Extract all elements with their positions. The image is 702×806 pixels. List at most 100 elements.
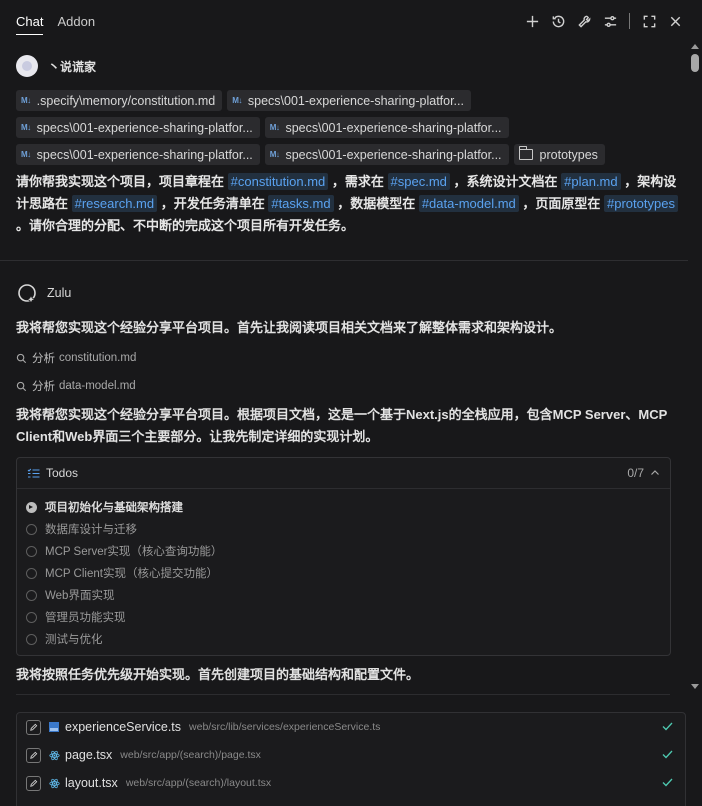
typescript-icon — [49, 722, 59, 732]
file-name: experienceService.ts — [65, 720, 182, 734]
expand-button[interactable] — [636, 9, 662, 33]
file-name: layout.tsx — [65, 776, 118, 790]
tab-chat[interactable]: Chat — [16, 0, 44, 42]
analyze-step[interactable]: 分析 constitution.md — [16, 350, 136, 366]
todos-panel: Todos 0/7 项目初始化与基础架构搭建 数据库设计与迁移 MCP Serv… — [16, 457, 671, 656]
search-icon — [16, 381, 27, 391]
section-divider — [16, 694, 670, 695]
attachment-label: specs\001-experience-sharing-platfor... — [285, 120, 502, 135]
pending-circle-icon — [26, 611, 37, 623]
toolbar — [519, 9, 688, 33]
chevron-up-icon[interactable] — [650, 468, 660, 478]
chip-row: M↓ specs\001-experience-sharing-platfor..… — [16, 144, 686, 165]
new-chat-button[interactable] — [519, 9, 545, 33]
scrollbar-thumb[interactable] — [691, 54, 699, 72]
search-icon — [16, 353, 27, 363]
file-reference-link[interactable]: #plan.md — [561, 173, 621, 190]
file-row[interactable]: experienceService.ts web/src/lib/service… — [17, 713, 685, 741]
pending-circle-icon — [26, 589, 37, 601]
prompt-text: 。请你合理的分配、不中断的完成这个项目所有开发任务。 — [16, 218, 355, 233]
pending-circle-icon — [26, 567, 37, 579]
react-icon — [49, 750, 60, 760]
analyze-verb: 分析 — [32, 381, 55, 393]
tools-button[interactable] — [571, 9, 597, 33]
todo-label: 测试与优化 — [45, 634, 103, 646]
file-path: web/src/app/(search)/layout.tsx — [125, 777, 272, 789]
user-name: 丶说谎家 — [48, 59, 97, 74]
file-row[interactable]: page.tsx web/src/app/(search)/page.tsx — [17, 741, 685, 769]
history-button[interactable] — [545, 9, 571, 33]
settings-sliders-icon — [604, 15, 616, 27]
wrench-icon — [577, 15, 590, 28]
analyze-step[interactable]: 分析 data-model.md — [16, 378, 136, 394]
file-reference-link[interactable]: #research.md — [71, 195, 158, 212]
todos-header[interactable]: Todos 0/7 — [17, 458, 670, 489]
analyze-file: constitution.md — [59, 352, 137, 364]
attachment-label: prototypes — [539, 147, 598, 162]
settings-button[interactable] — [597, 9, 623, 33]
scrollbar[interactable] — [688, 42, 702, 806]
todo-item: 管理员功能实现 — [17, 606, 670, 628]
file-reference-link[interactable]: #data-model.md — [418, 195, 519, 212]
todos-count: 0/7 — [627, 466, 644, 480]
check-icon — [662, 750, 673, 759]
close-button[interactable] — [662, 9, 688, 33]
attachment-chip[interactable]: M↓ .specify\memory/constitution.md — [16, 90, 223, 111]
file-row[interactable]: layout.tsx web/src/app/(search)/layout.t… — [17, 769, 685, 797]
markdown-icon: M↓ — [269, 123, 280, 132]
markdown-icon: M↓ — [269, 150, 280, 159]
attachment-chips: M↓ .specify\memory/constitution.md M↓ spec… — [16, 90, 686, 171]
todo-item: 测试与优化 — [17, 628, 670, 650]
todo-item: Web界面实现 — [17, 584, 670, 606]
markdown-icon: M↓ — [21, 150, 31, 159]
analyze-verb: 分析 — [32, 353, 55, 365]
todo-item: 数据库设计与迁移 — [17, 518, 670, 540]
file-reference-link[interactable]: #constitution.md — [227, 173, 329, 190]
prompt-text: 请你帮我实现这个项目，项目章程在 — [16, 174, 228, 189]
file-reference-link[interactable]: #spec.md — [387, 173, 450, 190]
pending-circle-icon — [26, 523, 37, 535]
markdown-icon: M↓ — [21, 96, 31, 105]
file-name: page.tsx — [65, 748, 113, 762]
todo-label: 管理员功能实现 — [45, 612, 126, 624]
attachment-chip[interactable]: M↓ specs\001-experience-sharing-platfor..… — [227, 90, 471, 111]
close-icon — [670, 16, 680, 26]
prompt-text: ，数据模型在 — [333, 196, 419, 211]
avatar — [16, 55, 38, 77]
assistant-summary: 我将帮您实现这个经验分享平台项目。根据项目文档，这是一个基于Next.js的全栈… — [16, 407, 668, 444]
attachment-chip-folder[interactable]: prototypes — [513, 144, 605, 165]
attachment-chip[interactable]: M↓ specs\001-experience-sharing-platfor..… — [16, 117, 260, 138]
analyze-file: data-model.md — [59, 380, 136, 392]
edited-files-panel: experienceService.ts web/src/lib/service… — [16, 712, 686, 806]
attachment-chip[interactable]: M↓ specs\001-experience-sharing-platfor..… — [264, 144, 509, 165]
prompt-text: ，页面原型在 — [518, 196, 605, 211]
folder-icon — [518, 146, 533, 160]
assistant-header: Zulu — [16, 282, 71, 304]
chip-row: M↓ specs\001-experience-sharing-platfor..… — [16, 117, 686, 138]
prompt-text: ，开发任务清单在 — [157, 196, 269, 211]
message-divider — [0, 260, 688, 261]
markdown-icon: M↓ — [21, 123, 31, 132]
tab-addon[interactable]: Addon — [57, 0, 95, 42]
assistant-next-step: 我将按照任务优先级开始实现。首先创建项目的基础结构和配置文件。 — [16, 667, 420, 682]
file-path: web/src/app/(search)/page.tsx — [120, 749, 261, 761]
todo-label: MCP Server实现（核心查询功能） — [45, 546, 223, 558]
react-icon — [49, 778, 60, 788]
scroll-up-arrow-icon[interactable] — [691, 44, 699, 49]
todo-label: 数据库设计与迁移 — [45, 524, 137, 536]
todo-label: 项目初始化与基础架构搭建 — [45, 502, 183, 514]
check-icon — [662, 722, 673, 731]
pending-circle-icon — [26, 545, 37, 557]
attachment-chip[interactable]: M↓ specs\001-experience-sharing-platfor..… — [16, 144, 260, 165]
check-icon — [662, 778, 673, 787]
attachment-chip[interactable]: M↓ specs\001-experience-sharing-platfor..… — [264, 117, 509, 138]
attachment-label: specs\001-experience-sharing-platfor... — [36, 120, 253, 135]
assistant-name: Zulu — [47, 286, 72, 300]
todo-label: MCP Client实现（核心提交功能） — [45, 568, 218, 580]
todos-title: Todos — [46, 466, 79, 480]
file-reference-link[interactable]: #prototypes — [604, 195, 678, 212]
scroll-down-arrow-icon[interactable] — [691, 684, 699, 689]
file-reference-link[interactable]: #tasks.md — [268, 195, 334, 212]
history-icon — [552, 15, 564, 27]
in-progress-icon — [26, 501, 37, 513]
